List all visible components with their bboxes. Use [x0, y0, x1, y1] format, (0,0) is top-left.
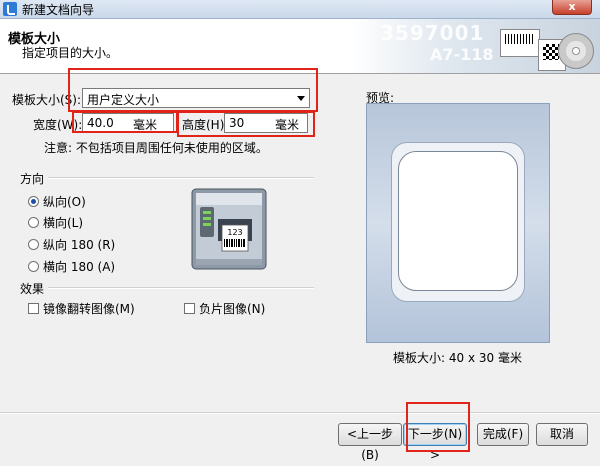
radio-indicator	[28, 239, 39, 250]
highlight-height	[177, 111, 315, 137]
highlight-template-size	[68, 68, 318, 112]
label-preview	[391, 142, 525, 302]
barcode-label-icon	[500, 29, 540, 57]
header-decoration: 3597001 A7-118	[350, 19, 600, 73]
radio-portrait-180[interactable]: 纵向 180 (R)	[28, 236, 115, 253]
deco-number: 3597001	[380, 21, 485, 45]
radio-indicator	[28, 217, 39, 228]
orientation-divider	[48, 177, 314, 179]
highlight-next	[406, 402, 470, 452]
effects-group-title: 效果	[20, 282, 45, 296]
radio-label: 纵向 180 (R)	[43, 238, 116, 252]
radio-portrait[interactable]: 纵向(O)	[28, 193, 86, 210]
effects-divider	[48, 287, 314, 289]
wizard-header: 模板大小 指定项目的大小。 3597001 A7-118	[0, 19, 600, 74]
orientation-group-title: 方向	[20, 172, 45, 186]
radio-landscape-180[interactable]: 横向 180 (A)	[28, 258, 115, 275]
radio-label: 横向 180 (A)	[43, 260, 116, 274]
app-icon	[3, 2, 17, 16]
page-subtitle: 指定项目的大小。	[22, 46, 119, 60]
checkbox-label: 镜像翻转图像(M)	[43, 302, 135, 316]
footer-divider	[0, 412, 600, 414]
checkbox-box	[28, 303, 39, 314]
printer-label-text: 123	[227, 228, 242, 237]
radio-landscape[interactable]: 横向(L)	[28, 214, 83, 231]
label-preview-inner	[398, 151, 518, 291]
window-title: 新建文档向导	[22, 3, 95, 17]
label-printer-icon: 123	[191, 188, 267, 270]
wizard-window: 新建文档向导 x 模板大小 指定项目的大小。 3597001 A7-118 模板…	[0, 0, 600, 462]
template-size-summary: 模板大小: 40 x 30 毫米	[393, 351, 522, 365]
preview-panel	[366, 103, 550, 343]
radio-indicator	[28, 261, 39, 272]
radio-label: 横向(L)	[43, 216, 84, 230]
note-text: 注意: 不包括项目周围任何未使用的区域。	[44, 141, 268, 155]
cancel-button[interactable]: 取消	[536, 423, 588, 446]
mirror-image-checkbox[interactable]: 镜像翻转图像(M)	[28, 300, 135, 317]
finish-button[interactable]: 完成(F)	[477, 423, 529, 446]
checkbox-box	[184, 303, 195, 314]
title-bar: 新建文档向导 x	[0, 0, 600, 19]
negative-image-checkbox[interactable]: 负片图像(N)	[184, 300, 265, 317]
radio-indicator	[28, 196, 39, 207]
highlight-width	[72, 111, 178, 133]
disc-icon	[558, 33, 594, 69]
checkbox-label: 负片图像(N)	[199, 302, 266, 316]
deco-code: A7-118	[430, 45, 494, 64]
close-button[interactable]: x	[552, 0, 592, 15]
back-button[interactable]: <上一步(B)	[338, 423, 402, 462]
radio-label: 纵向(O)	[43, 195, 86, 209]
